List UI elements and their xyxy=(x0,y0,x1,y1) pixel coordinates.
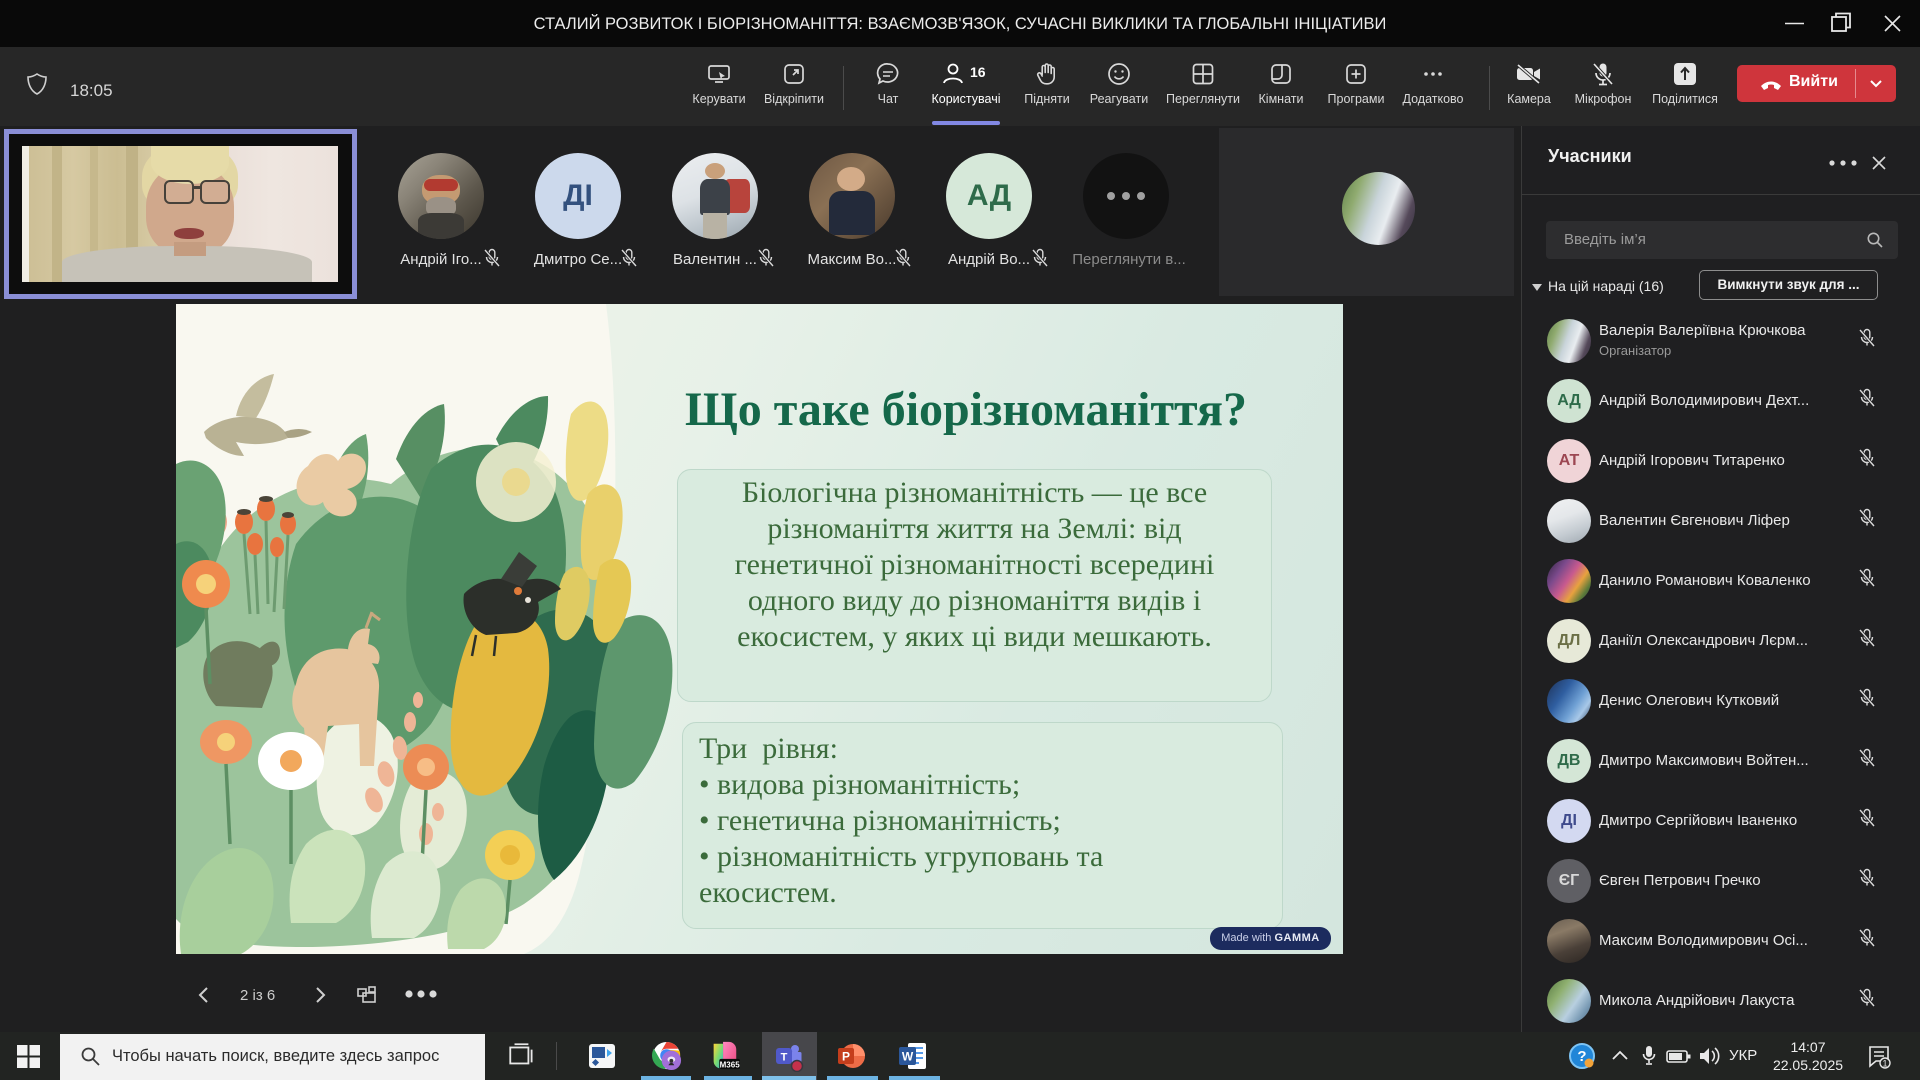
svg-text:W: W xyxy=(902,1050,914,1064)
svg-text:P: P xyxy=(842,1050,850,1064)
svg-text:1: 1 xyxy=(1882,1059,1887,1069)
svg-text:T: T xyxy=(781,1052,788,1064)
svg-text:M365: M365 xyxy=(720,1060,740,1069)
